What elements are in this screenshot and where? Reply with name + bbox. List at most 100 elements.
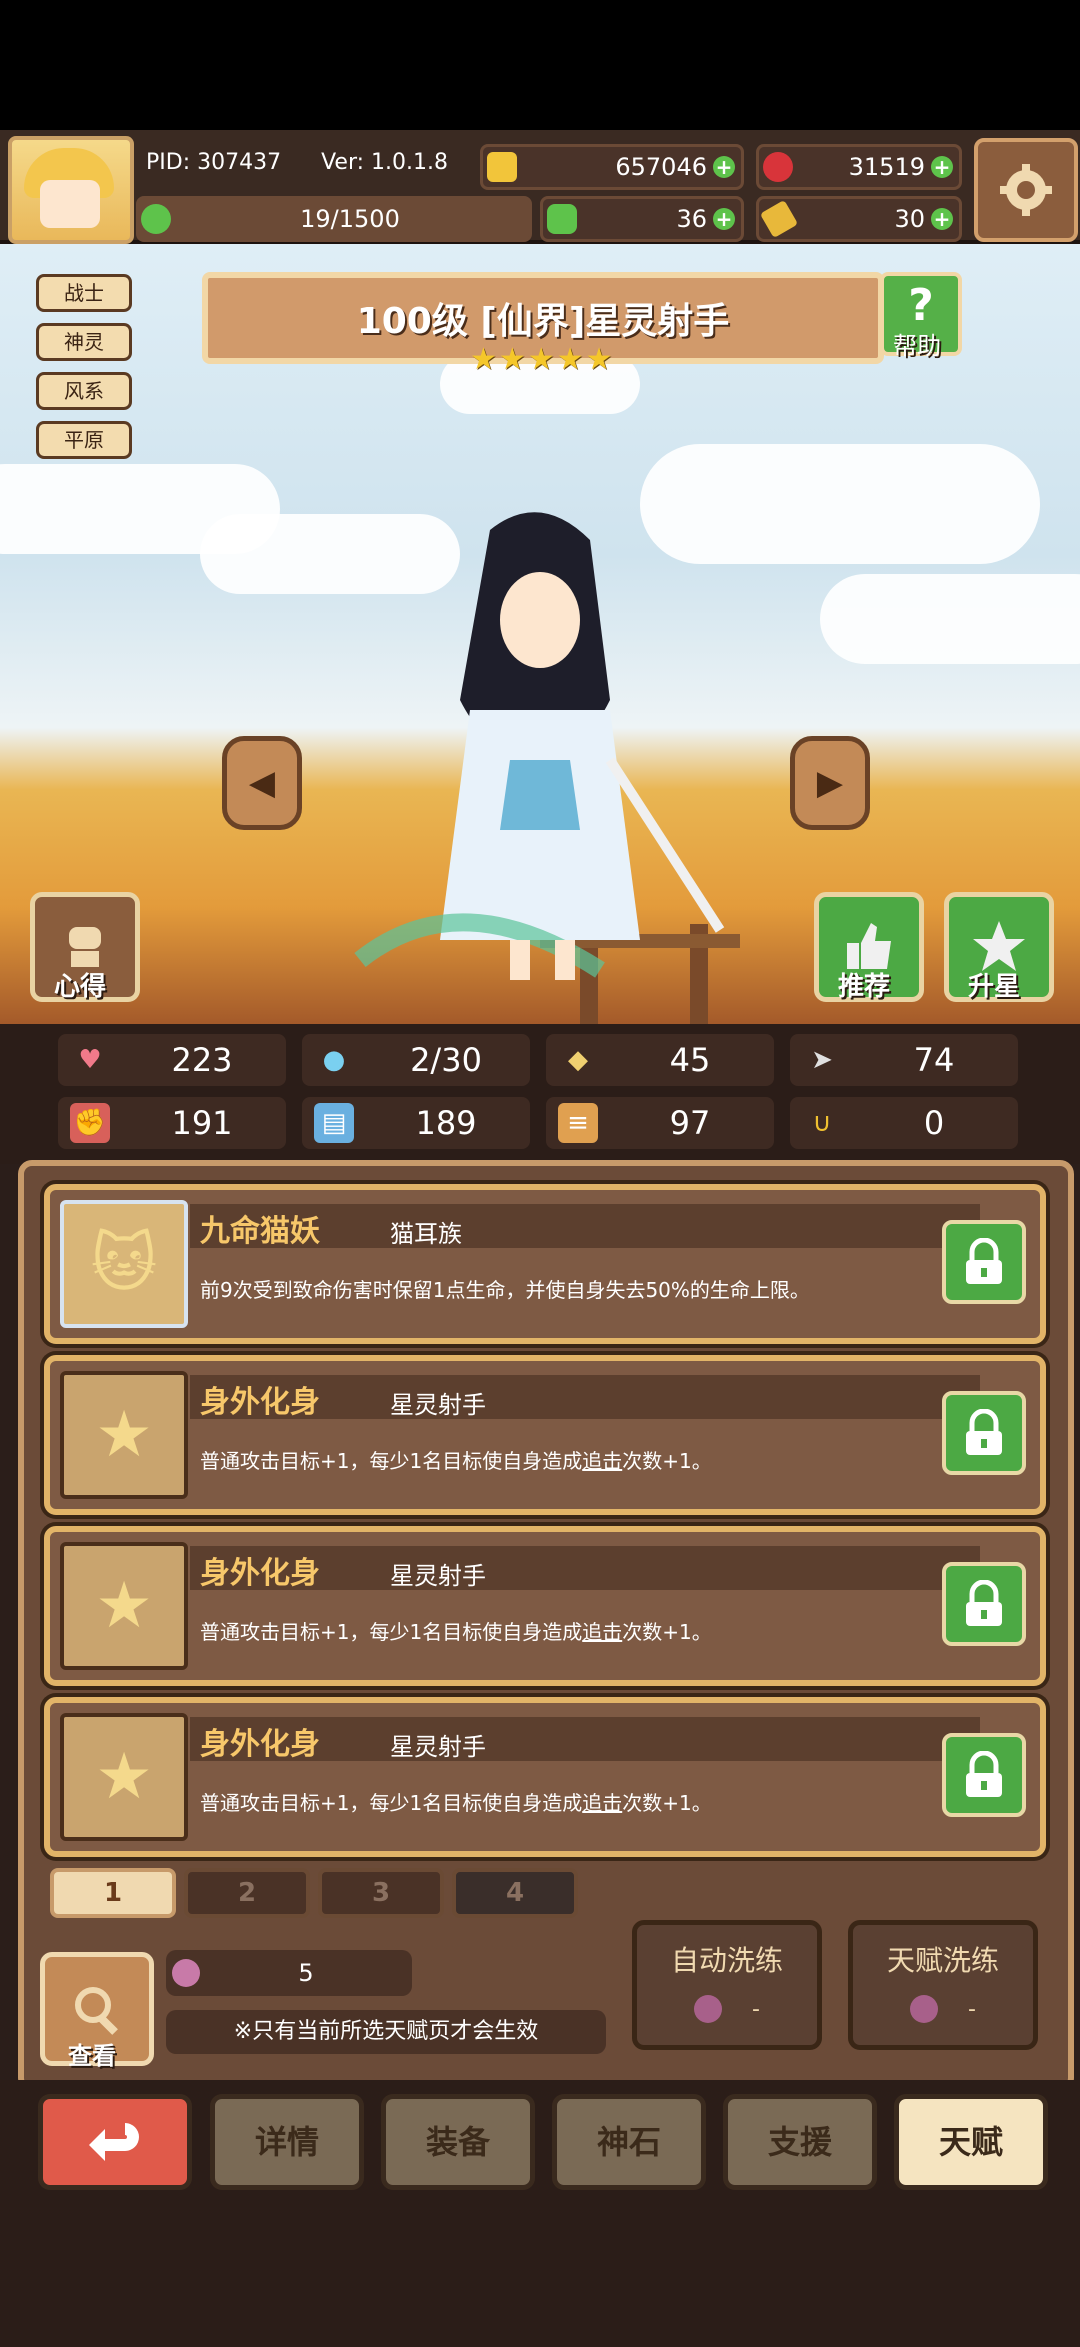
talent-page-tab-3[interactable]: 3 [318,1868,444,1918]
talent-wash-label: 天赋洗练 [886,1944,999,1977]
talent-description: 普通攻击目标+1，每少1名目标使自身造成追击次数+1。 [200,1449,712,1473]
stat-attack: ✊ 191 [58,1097,286,1149]
stat-magic-value: 189 [415,1104,477,1142]
gear-icon [1000,164,1052,216]
add-gold-button[interactable]: + [713,156,735,178]
lock-icon [966,1751,1002,1797]
notes-label: 心得 [53,972,106,1002]
lock-icon [966,1238,1002,1284]
tag-element: 风系 [36,372,132,410]
question-icon: ? [908,280,934,331]
potion-counter: 5 [166,1950,412,1996]
stat-defense-value: 45 [669,1041,711,1079]
talent-name: 身外化身 [200,1556,320,1591]
back-button[interactable] [38,2094,192,2190]
chase-attack-link[interactable]: 追击 [582,1791,622,1815]
settings-button[interactable] [974,138,1078,242]
star-badge-icon: ★ [60,1542,188,1670]
talent-description: 普通攻击目标+1，每少1名目标使自身造成追击次数+1。 [200,1620,712,1644]
heart-icon: ♥ [78,1045,102,1075]
status-bar-area [0,0,1080,130]
tag-race: 神灵 [36,323,132,361]
chase-attack-link[interactable]: 追击 [582,1620,622,1644]
talent-card[interactable]: ★ 身外化身 星灵射手 普通攻击目标+1，每少1名目标使自身造成追击次数+1。 [44,1526,1046,1686]
talent-subtype: 星灵射手 [390,1391,486,1419]
talent-page-tab-4[interactable]: 4 [452,1868,578,1918]
player-avatar[interactable] [8,136,134,244]
add-key-button[interactable]: + [931,208,953,230]
gold-coin-icon [487,152,517,182]
add-clover-button[interactable]: + [713,208,735,230]
next-hero-button[interactable]: ▶ [790,736,870,830]
stat-magic: ▤ 189 [302,1097,530,1149]
shield-icon: ◆ [568,1045,588,1075]
pid-text: PID: 307437 [146,149,282,175]
hero-character-sprite [354,512,725,980]
stat-luck-value: 0 [923,1104,945,1142]
stat-mana-value: 2/30 [410,1041,482,1079]
red-gem-icon [763,152,793,182]
talent-card[interactable]: 🐱 九命猫妖 猫耳族 前9次受到致命伤害时保留1点生命，并使自身失去50%的生命… [44,1184,1046,1344]
key-value: 30 [894,205,925,233]
magnifier-icon [75,1987,118,2035]
horseshoe-icon: ∪ [812,1108,832,1138]
talent-name: 身外化身 [200,1727,320,1762]
add-gem-button[interactable]: + [931,156,953,178]
stat-speed-value: 74 [913,1041,955,1079]
auto-wash-label: 自动洗练 [670,1944,783,1977]
view-label: 查看 [68,2042,116,2070]
stat-defense: ◆ 45 [546,1034,774,1086]
talent-name: 身外化身 [200,1385,320,1420]
key-counter: 30 + [756,196,962,242]
auto-wash-button[interactable]: 自动洗练 - [632,1920,822,2050]
lock-talent-button[interactable] [942,1391,1026,1475]
clover-value: 36 [676,205,707,233]
lock-talent-button[interactable] [942,1220,1026,1304]
talent-page-tab-2[interactable]: 2 [184,1868,310,1918]
chevron-right-icon: ▶ [816,763,844,803]
lock-talent-button[interactable] [942,1733,1026,1817]
stat-attack-value: 191 [171,1104,233,1142]
nav-talent[interactable]: 天赋 [894,2094,1048,2190]
talent-card[interactable]: ★ 身外化身 星灵射手 普通攻击目标+1，每少1名目标使自身造成追击次数+1。 [44,1697,1046,1857]
stat-resist-value: 97 [669,1104,711,1142]
tag-class: 战士 [36,274,132,312]
talent-subtype: 猫耳族 [390,1220,462,1248]
potion-icon [910,1995,939,2023]
previous-hero-button[interactable]: ◀ [222,736,302,830]
nav-support[interactable]: 支援 [723,2094,877,2190]
hero-star-rating: ★★★★★ [470,342,615,377]
lock-icon [966,1580,1002,1626]
gold-value: 657046 [615,153,707,181]
tag-terrain: 平原 [36,421,132,459]
help-label: 帮助 [893,332,941,360]
gem-counter: 31519 + [756,144,962,190]
chevron-left-icon: ◀ [248,763,276,803]
lock-talent-button[interactable] [942,1562,1026,1646]
book-icon: ▤ [314,1103,354,1143]
auto-wash-cost: - [752,1996,760,2022]
talent-page-tab-1[interactable]: 1 [50,1868,176,1918]
chase-attack-link[interactable]: 追击 [582,1449,622,1473]
talent-wash-button[interactable]: 天赋洗练 - [848,1920,1038,2050]
scroll-icon: ≡ [558,1103,598,1143]
version-text: Ver: 1.0.1.8 [321,149,449,175]
pid-version-row: PID: 307437 Ver: 1.0.1.8 [136,142,466,182]
nav-details[interactable]: 详情 [210,2094,364,2190]
stat-mana: ● 2/30 [302,1034,530,1086]
return-arrow-icon [89,2123,139,2161]
clover-exp-icon [141,204,171,234]
cat-icon: 🐱 [60,1200,188,1328]
star-badge-icon: ★ [60,1371,188,1499]
nav-equipment[interactable]: 装备 [381,2094,535,2190]
potion-icon [172,1959,200,1987]
talent-name: 九命猫妖 [200,1214,320,1249]
star-up-label: 升星 [967,972,1020,1002]
stat-resist: ≡ 97 [546,1097,774,1149]
talent-wash-cost: - [968,1996,976,2022]
nav-divine-stone[interactable]: 神石 [552,2094,706,2190]
talent-subtype: 星灵射手 [390,1733,486,1761]
clover-icon [547,204,577,234]
exp-value: 19/1500 [300,205,400,233]
talent-card[interactable]: ★ 身外化身 星灵射手 普通攻击目标+1，每少1名目标使自身造成追击次数+1。 [44,1355,1046,1515]
